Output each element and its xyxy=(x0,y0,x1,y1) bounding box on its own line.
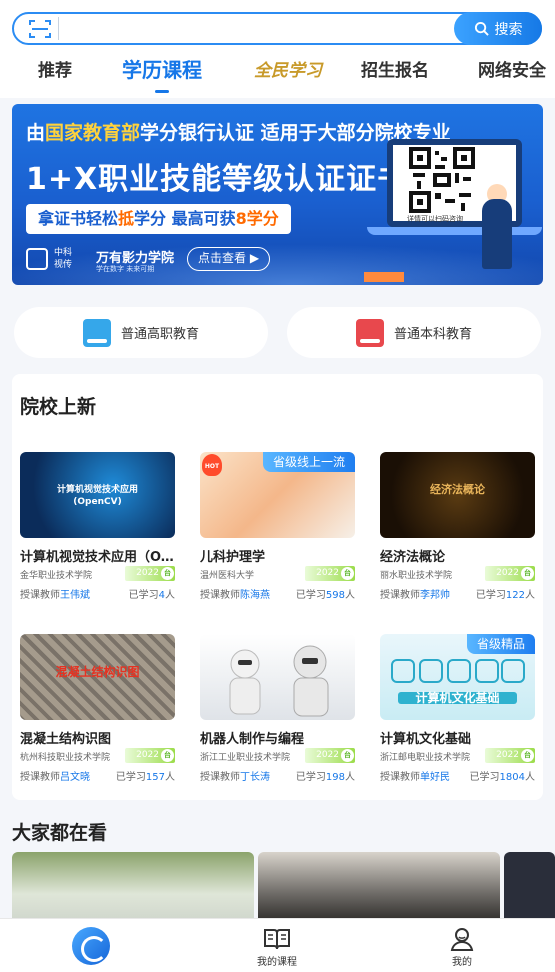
year-badge-dot: 台 xyxy=(161,567,174,580)
course-thumbnail xyxy=(200,634,355,720)
search-button-label: 搜索 xyxy=(494,21,523,38)
course-teacher: 授课教师丁长涛 xyxy=(200,772,270,783)
home-logo-icon xyxy=(72,927,110,965)
tab-public-learning[interactable]: 全民学习 xyxy=(254,56,322,81)
promo-banner[interactable]: 由国家教育部学分银行认证 适用于大部分院校专业 1+X职业技能等级认证证书 拿证… xyxy=(12,104,543,285)
video-card[interactable] xyxy=(258,852,500,922)
books-illustration xyxy=(364,272,404,282)
app-icons-row xyxy=(391,659,525,683)
nav-my-courses[interactable]: 我的课程 xyxy=(237,919,317,972)
banner-brand-sub: 学在数字 未来可期 xyxy=(96,265,155,273)
book-icon xyxy=(264,929,290,950)
undergrad-book-icon xyxy=(355,318,384,347)
qr-caption: 详情可以扫码咨询 xyxy=(407,215,463,223)
course-teacher: 授课教师王伟斌 xyxy=(20,590,90,601)
course-thumbnail: 计算机视觉技术应用 (OpenCV) xyxy=(20,452,175,538)
course-name: 混凝土结构识图 xyxy=(20,732,112,747)
year-badge: 2022 台 xyxy=(125,566,175,581)
search-input[interactable] xyxy=(58,17,448,40)
laptop-base xyxy=(367,227,542,235)
thumbnail-title: 计算机文化基础 xyxy=(398,692,517,704)
watching-title: 大家都在看 xyxy=(12,822,108,844)
year-badge: 2022 台 xyxy=(125,748,175,763)
thumbnail-title: 混凝土结构识图 xyxy=(55,665,140,679)
scan-icon[interactable] xyxy=(29,19,51,39)
nav-my-courses-label: 我的课程 xyxy=(257,957,297,968)
new-courses-title: 院校上新 xyxy=(20,396,97,418)
course-thumbnail: 经济法概论 xyxy=(380,452,535,538)
course-school: 杭州科技职业技术学院 xyxy=(20,753,111,763)
course-teacher: 授课教师吕文晓 xyxy=(20,772,90,783)
course-name: 计算机文化基础 xyxy=(380,732,472,747)
banner-cta-button[interactable]: 点击查看 ▶ xyxy=(187,247,271,271)
course-learner-count: 已学习157人 xyxy=(115,772,175,783)
course-teacher: 授课教师陈海燕 xyxy=(200,590,270,601)
robots-illustration xyxy=(229,645,329,717)
search-bar[interactable]: 搜索 xyxy=(12,12,542,45)
year-badge-dot: 台 xyxy=(341,567,354,580)
search-button[interactable]: 搜索 xyxy=(454,12,542,45)
course-school: 金华职业技术学院 xyxy=(20,571,93,581)
qr-code-icon xyxy=(408,146,476,214)
banner-credit-pill: 拿证书轻松抵学分 最高可获8学分 xyxy=(26,204,291,234)
course-learner-count: 已学习598人 xyxy=(295,590,355,601)
hot-icon: HOT xyxy=(202,454,222,476)
banner-title: 1+X职业技能等级认证证书 xyxy=(26,162,409,197)
nav-profile-label: 我的 xyxy=(452,957,472,968)
year-badge: 2022 台 xyxy=(485,748,535,763)
course-name: 儿科护理学 xyxy=(200,550,266,565)
banner-logo-text: 中科视传 xyxy=(54,248,73,270)
course-name: 机器人制作与编程 xyxy=(200,732,305,747)
header: 搜索 推荐 学历课程 全民学习 招生报名 网络安全 xyxy=(0,0,555,98)
course-thumbnail: 省级线上一流 HOT xyxy=(200,452,355,538)
vocational-education-button[interactable]: 普通高职教育 xyxy=(14,307,268,358)
tab-network-security[interactable]: 网络安全 xyxy=(478,56,546,81)
vocational-education-label: 普通高职教育 xyxy=(120,327,199,342)
year-badge: 2022 台 xyxy=(305,748,355,763)
thumbnail-title: 计算机视觉技术应用 (OpenCV) xyxy=(56,485,138,507)
tab-degree-courses[interactable]: 学历课程 xyxy=(122,54,202,93)
course-badge: 省级精品 xyxy=(466,634,535,654)
banner-glow xyxy=(12,244,543,285)
course-name: 经济法概论 xyxy=(380,550,446,565)
category-tabs: 推荐 学历课程 全民学习 招生报名 网络安全 xyxy=(0,54,555,93)
bottom-nav: 我的课程 我的 xyxy=(0,918,555,972)
course-name: 计算机视觉技术应用（O... xyxy=(20,550,175,565)
nav-home[interactable] xyxy=(51,919,131,972)
tab-enrollment[interactable]: 招生报名 xyxy=(361,56,429,81)
user-icon xyxy=(450,928,474,951)
banner-logo-icon xyxy=(26,248,48,270)
year-badge-dot: 台 xyxy=(521,567,534,580)
course-school: 浙江邮电职业技术学院 xyxy=(380,753,471,763)
course-school: 丽水职业技术学院 xyxy=(380,571,453,581)
course-thumbnail: 混凝土结构识图 xyxy=(20,634,175,720)
person-illustration xyxy=(482,199,512,269)
search-icon xyxy=(474,21,489,36)
year-badge: 2022 台 xyxy=(485,566,535,581)
course-learner-count: 已学习122人 xyxy=(475,590,535,601)
course-learner-count: 已学习4人 xyxy=(128,590,175,601)
year-badge: 2022 台 xyxy=(305,566,355,581)
course-school: 温州医科大学 xyxy=(200,571,255,581)
year-badge-dot: 台 xyxy=(521,749,534,762)
tab-recommend[interactable]: 推荐 xyxy=(38,56,72,81)
new-courses-section: 院校上新 计算机视觉技术应用 (OpenCV) 计算机视觉技术应用（O... 金华… xyxy=(12,374,543,800)
video-card[interactable] xyxy=(504,852,555,922)
nav-profile[interactable]: 我的 xyxy=(422,919,502,972)
course-school: 浙江工业职业技术学院 xyxy=(200,753,291,763)
thumbnail-title: 经济法概论 xyxy=(430,483,485,496)
year-badge-dot: 台 xyxy=(341,749,354,762)
video-card[interactable] xyxy=(12,852,254,922)
course-learner-count: 已学习1804人 xyxy=(469,772,535,783)
course-learner-count: 已学习198人 xyxy=(295,772,355,783)
year-badge-dot: 台 xyxy=(161,749,174,762)
course-thumbnail: 省级精品 计算机文化基础 xyxy=(380,634,535,720)
vocational-book-icon xyxy=(82,318,111,347)
course-teacher: 授课教师单好民 xyxy=(380,772,450,783)
course-badge: 省级线上一流 xyxy=(262,452,355,472)
course-teacher: 授课教师李邦帅 xyxy=(380,590,450,601)
undergrad-education-button[interactable]: 普通本科教育 xyxy=(287,307,541,358)
undergrad-education-label: 普通本科教育 xyxy=(393,327,472,342)
